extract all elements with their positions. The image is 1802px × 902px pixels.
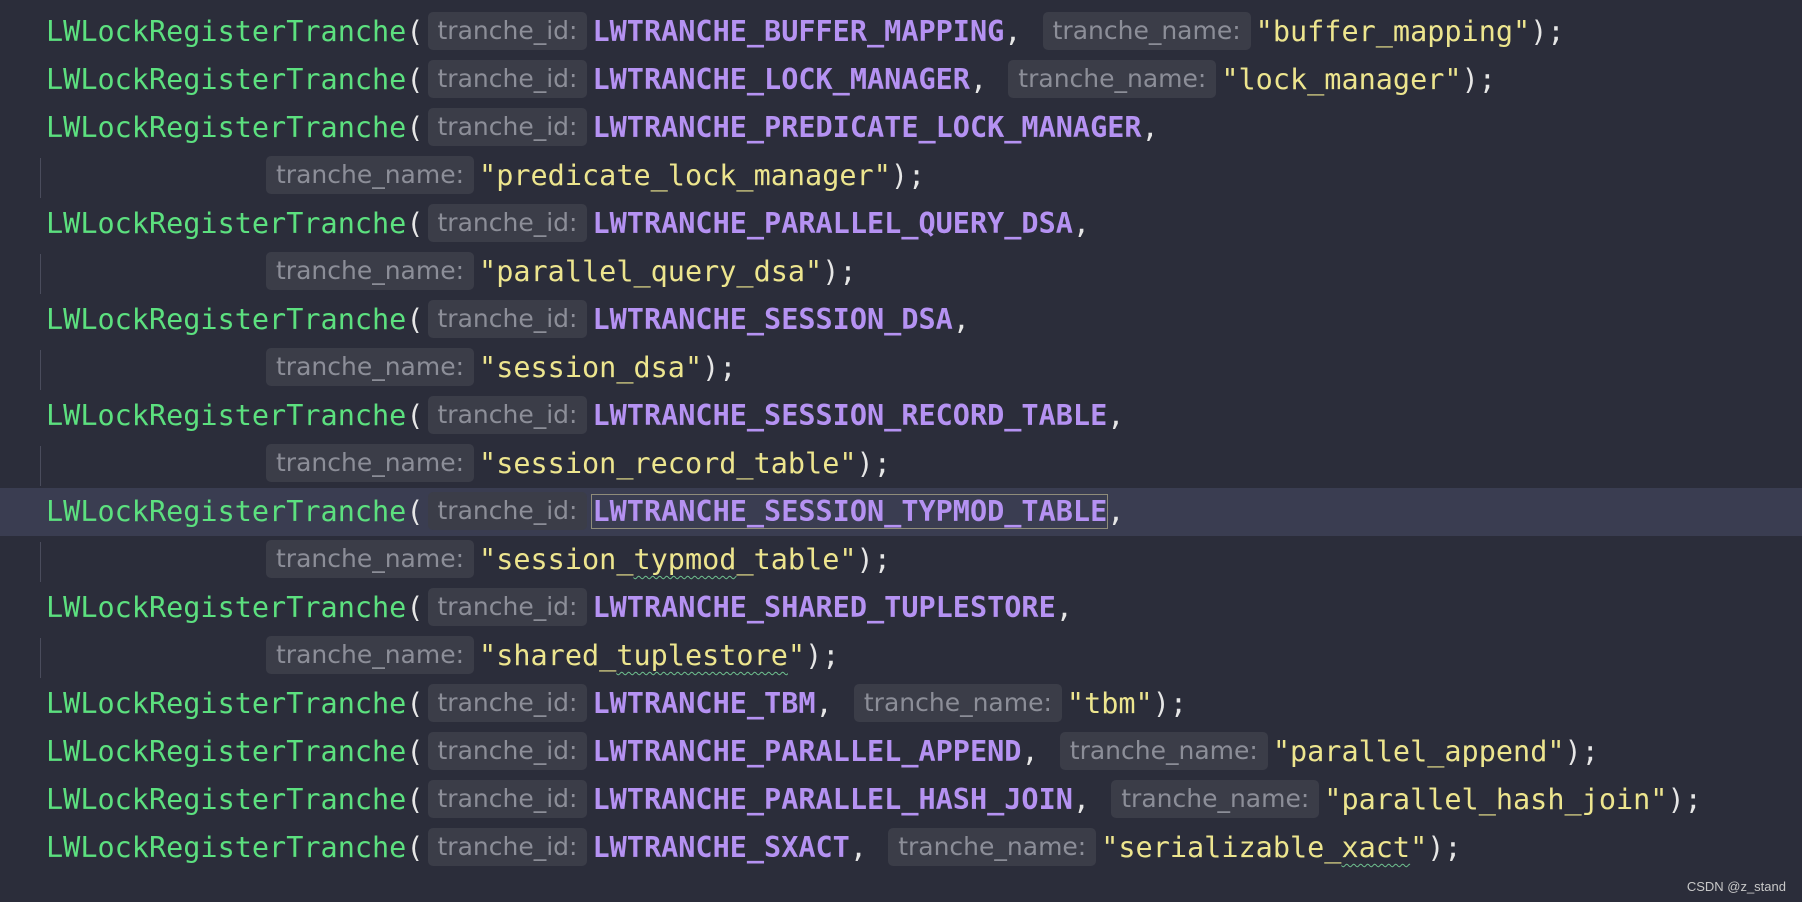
parameter-hint: tranche_id: <box>427 588 588 626</box>
function-call: LWLockRegisterTranche <box>46 15 407 48</box>
code-line[interactable]: LWLockRegisterTranche(tranche_id: LWTRANC… <box>0 824 1802 872</box>
code-line[interactable]: LWLockRegisterTranche(tranche_id: LWTRANC… <box>0 392 1802 440</box>
parameter-hint: tranche_name: <box>888 828 1097 866</box>
code-line[interactable]: LWLockRegisterTranche(tranche_id: LWTRANC… <box>0 104 1802 152</box>
constant: LWTRANCHE_PREDICATE_LOCK_MANAGER <box>592 111 1142 144</box>
parameter-hint: tranche_id: <box>427 492 588 530</box>
code-line-continuation[interactable]: tranche_name: "predicate_lock_manager"); <box>0 152 1802 200</box>
spell-check-underline: xact <box>1341 831 1411 864</box>
code-line-continuation[interactable]: tranche_name: "session_dsa"); <box>0 344 1802 392</box>
string-literal: "session_typmod_table" <box>479 543 857 576</box>
code-line[interactable]: LWLockRegisterTranche(tranche_id: LWTRANC… <box>0 776 1802 824</box>
function-call: LWLockRegisterTranche <box>46 831 407 864</box>
parameter-hint: tranche_id: <box>427 684 588 722</box>
function-call: LWLockRegisterTranche <box>46 687 407 720</box>
string-literal: "parallel_append" <box>1272 735 1565 768</box>
parameter-hint: tranche_id: <box>427 12 588 50</box>
function-call: LWLockRegisterTranche <box>46 735 407 768</box>
string-literal: "session_dsa" <box>479 351 703 384</box>
code-line[interactable]: LWLockRegisterTranche(tranche_id: LWTRANC… <box>0 8 1802 56</box>
parameter-hint: tranche_name: <box>266 540 475 578</box>
parameter-hint: tranche_name: <box>1059 732 1268 770</box>
parameter-hint: tranche_name: <box>266 636 475 674</box>
indent-guide <box>40 446 41 486</box>
indent-guide <box>40 158 41 198</box>
string-literal: "session_record_table" <box>479 447 857 480</box>
parameter-hint: tranche_name: <box>1008 60 1217 98</box>
parameter-hint: tranche_name: <box>266 444 475 482</box>
parameter-hint: tranche_name: <box>266 252 475 290</box>
constant: LWTRANCHE_SHARED_TUPLESTORE <box>592 591 1056 624</box>
string-literal: "buffer_mapping" <box>1255 15 1531 48</box>
parameter-hint: tranche_name: <box>1042 12 1251 50</box>
string-literal: "serializable_xact" <box>1101 831 1428 864</box>
constant: LWTRANCHE_PARALLEL_QUERY_DSA <box>592 207 1073 240</box>
parameter-hint: tranche_name: <box>853 684 1062 722</box>
function-call: LWLockRegisterTranche <box>46 399 407 432</box>
code-line-continuation[interactable]: tranche_name: "parallel_query_dsa"); <box>0 248 1802 296</box>
code-line[interactable]: LWLockRegisterTranche(tranche_id: LWTRANC… <box>0 296 1802 344</box>
indent-guide <box>40 638 41 678</box>
string-literal: "predicate_lock_manager" <box>479 159 891 192</box>
spell-check-underline: typmod <box>633 543 737 576</box>
string-literal: "lock_manager" <box>1221 63 1462 96</box>
parameter-hint: tranche_id: <box>427 732 588 770</box>
constant: LWTRANCHE_TBM <box>592 687 816 720</box>
parameter-hint: tranche_id: <box>427 780 588 818</box>
parameter-hint: tranche_id: <box>427 108 588 146</box>
indent-guide <box>40 254 41 294</box>
function-call: LWLockRegisterTranche <box>46 495 407 528</box>
parameter-hint: tranche_name: <box>266 348 475 386</box>
parameter-hint: tranche_id: <box>427 204 588 242</box>
parameter-hint: tranche_id: <box>427 396 588 434</box>
current-code-line[interactable]: LWLockRegisterTranche(tranche_id: LWTRANC… <box>0 488 1802 536</box>
code-line-continuation[interactable]: tranche_name: "session_typmod_table"); <box>0 536 1802 584</box>
code-editor[interactable]: LWLockRegisterTranche(tranche_id: LWTRANC… <box>0 8 1802 872</box>
code-line-continuation[interactable]: tranche_name: "shared_tuplestore"); <box>0 632 1802 680</box>
selected-constant[interactable]: LWTRANCHE_SESSION_TYPMOD_TABLE <box>591 494 1109 529</box>
string-literal: "shared_tuplestore" <box>479 639 806 672</box>
function-call: LWLockRegisterTranche <box>46 783 407 816</box>
string-literal: "tbm" <box>1066 687 1153 720</box>
constant: LWTRANCHE_BUFFER_MAPPING <box>592 15 1005 48</box>
constant: LWTRANCHE_PARALLEL_APPEND <box>592 735 1022 768</box>
spell-check-underline: tuplestore <box>616 639 788 672</box>
string-literal: "parallel_hash_join" <box>1324 783 1668 816</box>
watermark: CSDN @z_stand <box>1686 879 1786 894</box>
parameter-hint: tranche_id: <box>427 828 588 866</box>
code-line[interactable]: LWLockRegisterTranche(tranche_id: LWTRANC… <box>0 200 1802 248</box>
constant: LWTRANCHE_SESSION_RECORD_TABLE <box>592 399 1108 432</box>
parameter-hint: tranche_name: <box>266 156 475 194</box>
indent-guide <box>40 350 41 390</box>
function-call: LWLockRegisterTranche <box>46 303 407 336</box>
function-call: LWLockRegisterTranche <box>46 207 407 240</box>
constant: LWTRANCHE_LOCK_MANAGER <box>592 63 970 96</box>
indent-guide <box>40 542 41 582</box>
code-line[interactable]: LWLockRegisterTranche(tranche_id: LWTRANC… <box>0 56 1802 104</box>
code-line-continuation[interactable]: tranche_name: "session_record_table"); <box>0 440 1802 488</box>
function-call: LWLockRegisterTranche <box>46 591 407 624</box>
constant: LWTRANCHE_SESSION_DSA <box>592 303 953 336</box>
code-line[interactable]: LWLockRegisterTranche(tranche_id: LWTRANC… <box>0 680 1802 728</box>
parameter-hint: tranche_id: <box>427 60 588 98</box>
function-call: LWLockRegisterTranche <box>46 111 407 144</box>
constant: LWTRANCHE_PARALLEL_HASH_JOIN <box>592 783 1073 816</box>
parameter-hint: tranche_id: <box>427 300 588 338</box>
code-line[interactable]: LWLockRegisterTranche(tranche_id: LWTRANC… <box>0 728 1802 776</box>
string-literal: "parallel_query_dsa" <box>479 255 823 288</box>
parameter-hint: tranche_name: <box>1111 780 1320 818</box>
function-call: LWLockRegisterTranche <box>46 63 407 96</box>
code-line[interactable]: LWLockRegisterTranche(tranche_id: LWTRANC… <box>0 584 1802 632</box>
constant: LWTRANCHE_SXACT <box>592 831 850 864</box>
